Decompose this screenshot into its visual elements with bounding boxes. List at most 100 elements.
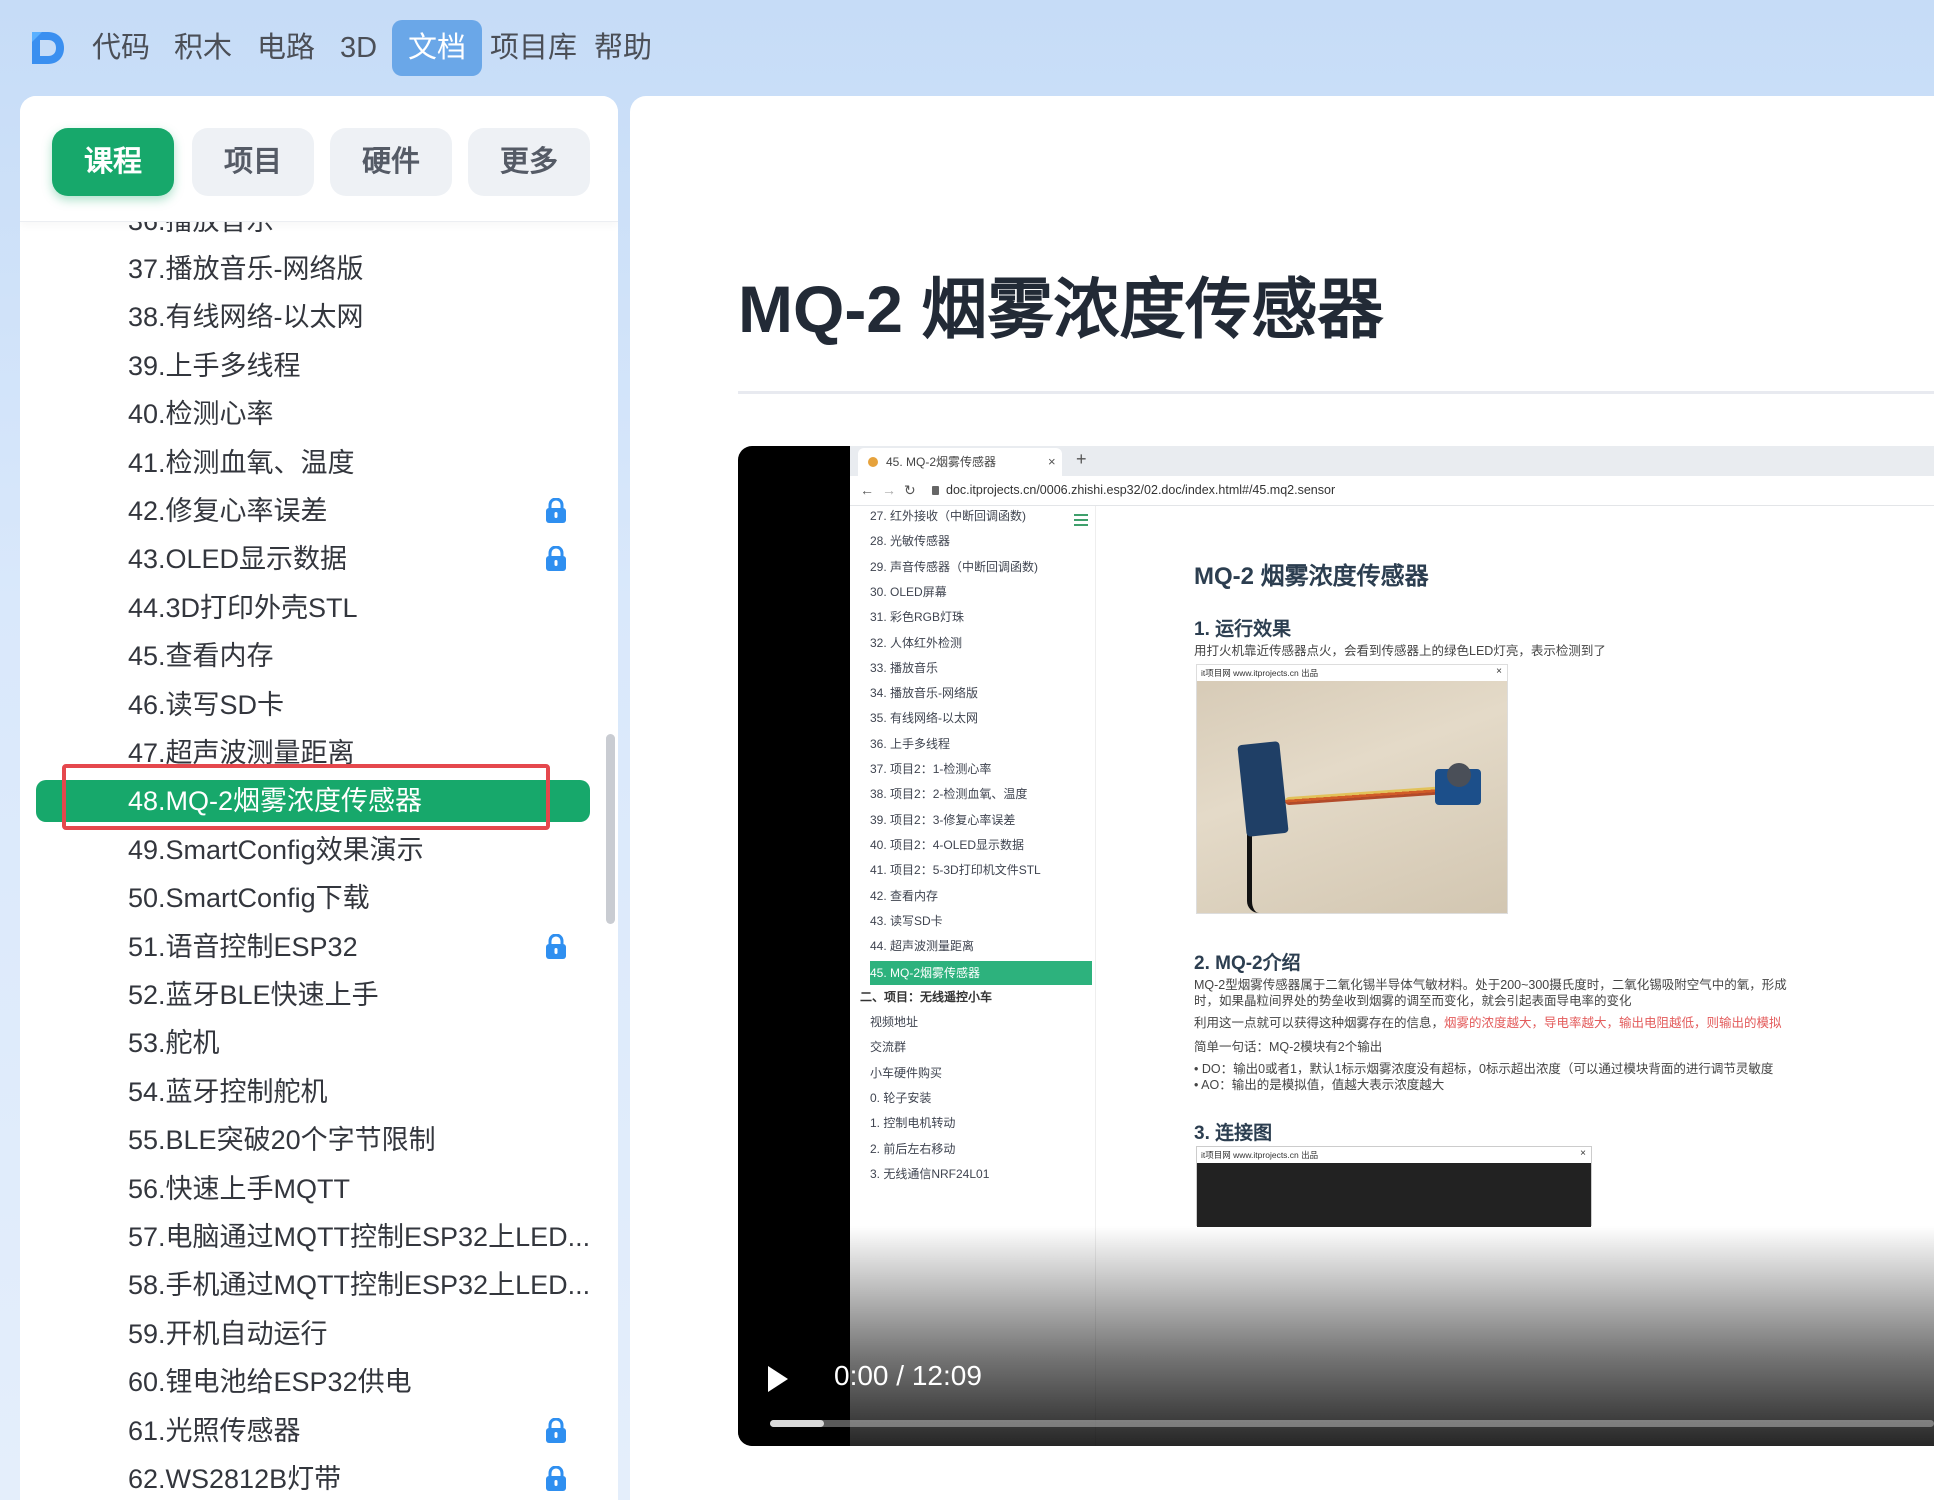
lock-icon	[545, 934, 567, 960]
frame-sidebar-item: 2. 前后左右移动	[870, 1142, 956, 1156]
frame-new-tab-icon: +	[1076, 449, 1087, 469]
frame-section-3-title: 3. 连接图	[1194, 1123, 1273, 1144]
diagram-close-icon: ×	[1580, 1148, 1586, 1159]
list-item[interactable]: 40.检测心率	[128, 391, 588, 437]
frame-sidebar-item: 41. 项目2：5-3D打印机文件STL	[870, 863, 1041, 877]
nav-item-5[interactable]: 项目库	[474, 20, 593, 76]
course-sidebar: 36.播放音乐 37.播放音乐-网络版38.有线网络-以太网39.上手多线程40…	[20, 96, 618, 1500]
list-item[interactable]: 58.手机通过MQTT控制ESP32上LED...	[128, 1262, 588, 1308]
frame-sidebar-item: 37. 项目2：1-检测心率	[870, 762, 992, 776]
page-title: MQ-2 烟雾浓度传感器	[738, 272, 1384, 346]
lock-icon	[545, 1418, 567, 1444]
list-item[interactable]: 52.蓝牙BLE快速上手	[128, 972, 588, 1018]
frame-doc-title: MQ-2 烟雾浓度传感器	[1194, 563, 1429, 590]
frame-section-2-title: 2. MQ-2介绍	[1194, 953, 1301, 974]
frame-sidebar-item: 31. 彩色RGB灯珠	[870, 610, 965, 624]
list-item[interactable]: 45.查看内存	[128, 633, 588, 679]
list-item[interactable]: 54.蓝牙控制舵机	[128, 1069, 588, 1115]
nav-item-0[interactable]: 代码	[76, 20, 166, 76]
frame-sidebar-item: 二、项目：无线遥控小车	[860, 990, 993, 1004]
frame-sidebar-item: 43. 读写SD卡	[870, 914, 943, 928]
list-item[interactable]: 50.SmartConfig下载	[128, 875, 588, 921]
category-tab-1[interactable]: 项目	[192, 128, 314, 196]
lock-icon	[545, 498, 567, 524]
frame-sidebar-item: 39. 项目2：3-修复心率误差	[870, 813, 1016, 827]
category-tab-3[interactable]: 更多	[468, 128, 590, 196]
frame-sidebar-item: 交流群	[870, 1040, 907, 1054]
list-item[interactable]: 49.SmartConfig效果演示	[128, 827, 588, 873]
bullet-ao-text: AO：输出的是模拟值，值越大表示浓度越大	[1201, 1078, 1445, 1092]
favicon-icon	[868, 457, 878, 467]
frame-sidebar-item: 30. OLED屏幕	[870, 585, 947, 599]
list-item-selected[interactable]: 48.MQ-2烟雾浓度传感器	[36, 780, 590, 822]
frame-wiring-diagram: it项目网 www.itprojects.cn 出品 ×	[1196, 1146, 1592, 1227]
frame-sidebar-item: 36. 上手多线程	[870, 737, 951, 751]
back-arrow-icon: ←	[860, 482, 874, 498]
video-progress-fill	[770, 1420, 824, 1427]
list-item[interactable]: 42.修复心率误差	[128, 488, 588, 534]
nav-item-6[interactable]: 帮助	[578, 20, 668, 76]
list-item[interactable]: 44.3D打印外壳STL	[128, 585, 588, 631]
category-tab-2[interactable]: 硬件	[330, 128, 452, 196]
list-item[interactable]: 41.检测血氧、温度	[128, 440, 588, 486]
usb-cable	[1247, 831, 1259, 913]
frame-section-1-title: 1. 运行效果	[1194, 619, 1292, 640]
nav-item-1[interactable]: 积木	[158, 20, 248, 76]
frame-menu-icon	[1074, 514, 1088, 526]
list-item[interactable]: 59.开机自动运行	[128, 1311, 588, 1357]
sidebar-scrollbar[interactable]	[606, 734, 615, 924]
video-player[interactable]: 45. MQ-2烟雾传感器 × + ← → ↻ doc.itprojects.c…	[738, 446, 1934, 1446]
frame-section-2-p2: 时，如果晶粒间界处的势垒收到烟雾的调至而变化，就会引起表面导电率的变化	[1194, 994, 1632, 1008]
controls-gradient	[738, 1226, 1934, 1446]
mq2-sensor-head	[1447, 763, 1471, 787]
frame-section-2-p4: 简单一句话：MQ-2模块有2个输出	[1194, 1040, 1383, 1054]
frame-sidebar-item: 45. MQ-2烟雾传感器	[870, 961, 1092, 985]
list-item[interactable]: 61.光照传感器	[128, 1408, 588, 1454]
frame-sidebar-item: 27. 红外接收（中断回调函数)	[870, 509, 1027, 523]
lock-icon	[545, 1466, 567, 1492]
frame-sidebar-item: 29. 声音传感器（中断回调函数)	[870, 560, 1039, 574]
frame-url-bar: ← → ↻ doc.itprojects.cn/0006.zhishi.esp3…	[850, 476, 1934, 506]
list-item[interactable]: 53.舵机	[128, 1020, 588, 1066]
nav-item-4[interactable]: 文档	[392, 20, 483, 76]
diagram-image	[1197, 1163, 1591, 1227]
frame-sidebar-item: 小车硬件购买	[870, 1066, 943, 1080]
play-icon[interactable]	[768, 1366, 788, 1392]
nav-item-3[interactable]: 3D	[324, 20, 393, 76]
frame-sidebar-item: 38. 项目2：2-检测血氧、温度	[870, 787, 1028, 801]
doc-content: MQ-2 烟雾浓度传感器 45. MQ-2烟雾传感器 × + ← → ↻ doc…	[630, 96, 1934, 1500]
list-item[interactable]: 60.锂电池给ESP32供电	[128, 1359, 588, 1405]
video-time: 0:00 / 12:09	[834, 1360, 982, 1391]
list-item[interactable]: 55.BLE突破20个字节限制	[128, 1117, 588, 1163]
list-item[interactable]: 56.快速上手MQTT	[128, 1166, 588, 1212]
frame-sidebar-item: 34. 播放音乐-网络版	[870, 686, 979, 700]
reload-icon: ↻	[904, 482, 916, 498]
list-item[interactable]: 37.播放音乐-网络版	[128, 246, 588, 292]
frame-bullet-ao: • AO：输出的是模拟值，值越大表示浓度越大	[1194, 1078, 1445, 1092]
list-item[interactable]: 43.OLED显示数据	[128, 536, 588, 582]
frame-section-2-p3: 利用这一点就可以获得这种烟雾存在的信息，烟雾的浓度越大，导电率越大，输出电阻越低…	[1194, 1012, 1782, 1031]
list-item[interactable]: 39.上手多线程	[128, 343, 588, 389]
frame-url-text: doc.itprojects.cn/0006.zhishi.esp32/02.d…	[946, 483, 1336, 497]
frame-sidebar-item: 44. 超声波测量距离	[870, 939, 975, 953]
sensor-photo	[1197, 681, 1507, 913]
frame-sidebar-item: 3. 无线通信NRF24L01	[870, 1167, 990, 1181]
frame-sidebar-item: 0. 轮子安装	[870, 1091, 932, 1105]
top-nav-bar: 代码 积木 电路 3D 文档 项目库 帮助	[0, 0, 1934, 96]
frame-browser-tab: 45. MQ-2烟雾传感器 ×	[858, 448, 1062, 476]
list-item[interactable]: 47.超声波测量距离	[128, 730, 588, 776]
list-item[interactable]: 38.有线网络-以太网	[128, 294, 588, 340]
frame-sidebar-item: 28. 光敏传感器	[870, 534, 951, 548]
forward-arrow-icon: →	[882, 482, 896, 498]
list-item[interactable]: 62.WS2812B灯带	[128, 1456, 588, 1500]
list-item[interactable]: 57.电脑通过MQTT控制ESP32上LED...	[128, 1214, 588, 1260]
lock-icon	[545, 546, 567, 572]
list-item[interactable]: 46.读写SD卡	[128, 682, 588, 728]
nav-item-2[interactable]: 电路	[241, 20, 331, 76]
video-progress-bar[interactable]	[770, 1420, 1934, 1427]
list-item[interactable]: 51.语音控制ESP32	[128, 924, 588, 970]
app-logo-icon[interactable]	[28, 28, 68, 68]
category-tab-0[interactable]: 课程	[52, 128, 174, 196]
p3-highlight: 烟雾的浓度越大，导电率越大，输出电阻越低，则输出的模拟	[1444, 1016, 1782, 1030]
p3-normal: 利用这一点就可以获得这种烟雾存在的信息，	[1194, 1016, 1445, 1030]
